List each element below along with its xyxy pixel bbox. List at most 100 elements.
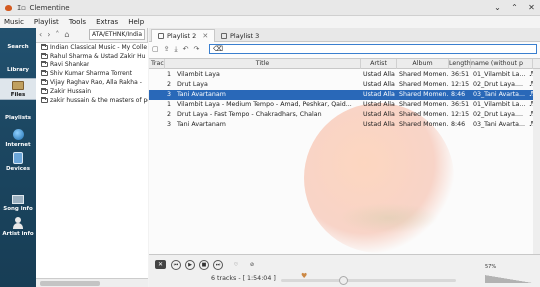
sidebar-tab-search[interactable]: Search [0, 36, 36, 58]
cell-track: 3 [167, 121, 172, 128]
cell-album: Shared Momen... [399, 101, 449, 108]
stop-icon[interactable]: ■ [199, 260, 209, 270]
love-track-icon[interactable]: ♡ [231, 260, 241, 270]
back-icon[interactable]: ‹ [39, 30, 42, 39]
menu-help[interactable]: Help [128, 18, 144, 26]
cell-album: Shared Momen... [399, 91, 449, 98]
cell-title: Vilambit Laya [177, 71, 220, 78]
col-length[interactable]: Length [449, 59, 471, 69]
next-track-icon[interactable]: ⏭ [213, 260, 223, 270]
load-playlist-icon[interactable]: ⇪ [164, 45, 170, 53]
table-row[interactable]: 1 Vilambit Laya Ustad Alla Rak... Shared… [149, 70, 540, 80]
undo-icon[interactable]: ↶ [183, 45, 189, 53]
table-row[interactable]: 1 Vilambit Laya - Medium Tempo - Amad, P… [149, 100, 540, 110]
redo-icon[interactable]: ↷ [193, 45, 199, 53]
folder-item[interactable]: Vijay Raghav Rao, Alla Rakha - [36, 78, 148, 87]
sidebar-tab-label: Internet [5, 142, 31, 148]
table-row[interactable]: 3 Tani Avartanam Ustad Alla Rak... Share… [149, 120, 540, 130]
window-title: Clementine [29, 3, 70, 12]
menu-playlist[interactable]: Playlist [34, 18, 59, 26]
folder-item[interactable]: Ravi Shankar [36, 61, 148, 70]
folder-item[interactable]: Indian Classical Music - My Colle [36, 43, 148, 52]
col-artist[interactable]: Artist [361, 59, 397, 69]
cell-filename: 02_Drut Laya.... [473, 111, 524, 118]
cell-filename: 01_Vilambit La... [473, 71, 526, 78]
folder-icon [41, 61, 48, 68]
ban-track-icon[interactable]: ⊘ [247, 260, 257, 270]
cell-artist: Ustad Alla Rak... [363, 101, 397, 108]
scrollbar-thumb[interactable] [40, 281, 100, 286]
filter-input[interactable]: ⌫ [209, 44, 537, 54]
sidebar-tab-label: Library [6, 67, 30, 73]
minimize-icon[interactable]: ⌃ [510, 3, 519, 12]
play-icon[interactable]: ▶ [185, 260, 195, 270]
horizontal-scrollbar[interactable] [36, 278, 148, 287]
tab-playlist-2[interactable]: Playlist 2 ✕ [151, 29, 216, 42]
position-slider-knob[interactable] [339, 276, 349, 285]
previous-track-icon[interactable]: ⏮ [171, 260, 181, 270]
folder-item[interactable]: Shiv Kumar Sharma Torrent [36, 69, 148, 78]
file-list: Indian Classical Music - My Colle Rahul … [36, 42, 148, 287]
new-playlist-icon[interactable]: ▢ [152, 45, 159, 53]
folder-icon [41, 70, 48, 77]
col-title[interactable]: Title [165, 59, 361, 69]
table-row[interactable]: 2 Drut Laya - Fast Tempo - Chakradhars, … [149, 110, 540, 120]
cell-artist: Ustad Alla Rak... [363, 121, 397, 128]
title-bar: I◻ Clementine ⌄ ⌃ ✕ [0, 0, 540, 16]
folder-item[interactable]: Rahul Sharma & Ustad Zakir Hu [36, 52, 148, 61]
folder-icon [41, 52, 48, 59]
cell-filename: 01_Vilambit La... [473, 101, 526, 108]
playlist-tabs: Playlist 2 ✕ Playlist 3 [149, 28, 540, 42]
folder-label: Ravi Shankar [50, 61, 90, 69]
clear-filter-icon[interactable]: ⌫ [213, 45, 223, 53]
save-playlist-icon[interactable]: ⤓ [175, 45, 178, 54]
volume-slider[interactable]: 57% [485, 264, 533, 283]
menu-extras[interactable]: Extras [96, 18, 118, 26]
position-slider[interactable] [281, 276, 456, 285]
cell-filename: 03_Tani Avarta... [473, 91, 526, 98]
folder-icon [41, 43, 48, 50]
cell-filename: 03_Tani Avarta... [473, 121, 526, 128]
cell-title: Vilambit Laya - Medium Tempo - Amad, Pes… [177, 101, 352, 108]
cell-album: Shared Momen... [399, 111, 449, 118]
folder-item[interactable]: zakir hussain & the masters of pe [36, 96, 148, 105]
sidebar-tab-song-info[interactable]: Song info [0, 190, 36, 212]
sidebar-tab-playlists[interactable]: Playlists [0, 113, 36, 123]
tab-playlist-3[interactable]: Playlist 3 [215, 29, 265, 42]
window-controls: ⌄ ⌃ ✕ [493, 3, 536, 12]
sidebar-tab-library[interactable]: Library [0, 60, 36, 80]
close-tab-icon[interactable]: ✕ [202, 32, 208, 40]
tab-label: Playlist 2 [167, 32, 197, 40]
artist-icon [12, 217, 24, 229]
window-mini-label: I◻ [17, 3, 26, 12]
cell-track: 1 [167, 71, 172, 78]
cell-track: 1 [167, 101, 172, 108]
up-icon[interactable]: ˄ [55, 30, 59, 39]
cell-album: Shared Momen... [399, 71, 449, 78]
song-info-icon [12, 195, 24, 204]
cell-title: Tani Avartanam [177, 121, 226, 128]
menu-tools[interactable]: Tools [69, 18, 86, 26]
col-album[interactable]: Album [397, 59, 449, 69]
menu-music[interactable]: Music [4, 18, 24, 26]
sidebar-tab-artist-info[interactable]: Artist info [0, 215, 36, 237]
sidebar-tab-internet[interactable]: Internet [0, 126, 36, 148]
table-row-playing[interactable]: 3 Tani Avartanam Ustad Alla Rak... Share… [149, 90, 540, 100]
sidebar-tab-label: Playlists [5, 115, 31, 121]
cell-album: Shared Momen... [399, 121, 449, 128]
sidebar-tab-devices[interactable]: Devices [0, 150, 36, 172]
playlist-status: 6 tracks - [ 1:54:04 ] [211, 275, 276, 282]
path-input[interactable]: ATA/ETHNK/India [89, 29, 145, 40]
table-row[interactable]: 2 Drut Laya Ustad Alla Rak... Shared Mom… [149, 80, 540, 90]
vertical-scrollbar[interactable] [533, 69, 540, 254]
forward-icon[interactable]: › [47, 30, 50, 39]
folder-item[interactable]: Zakir Hussain [36, 87, 148, 96]
keep-above-icon[interactable]: ⌄ [493, 3, 502, 12]
folder-icon [12, 80, 24, 90]
sidebar-tab-files[interactable]: Files [0, 78, 36, 100]
col-track[interactable]: Trac [149, 59, 165, 69]
home-icon[interactable]: ⌂ [64, 30, 69, 39]
clear-playlist-icon[interactable]: ✕ [155, 260, 166, 269]
close-icon[interactable]: ✕ [527, 3, 536, 12]
col-filename[interactable]: name (without p [471, 59, 533, 69]
